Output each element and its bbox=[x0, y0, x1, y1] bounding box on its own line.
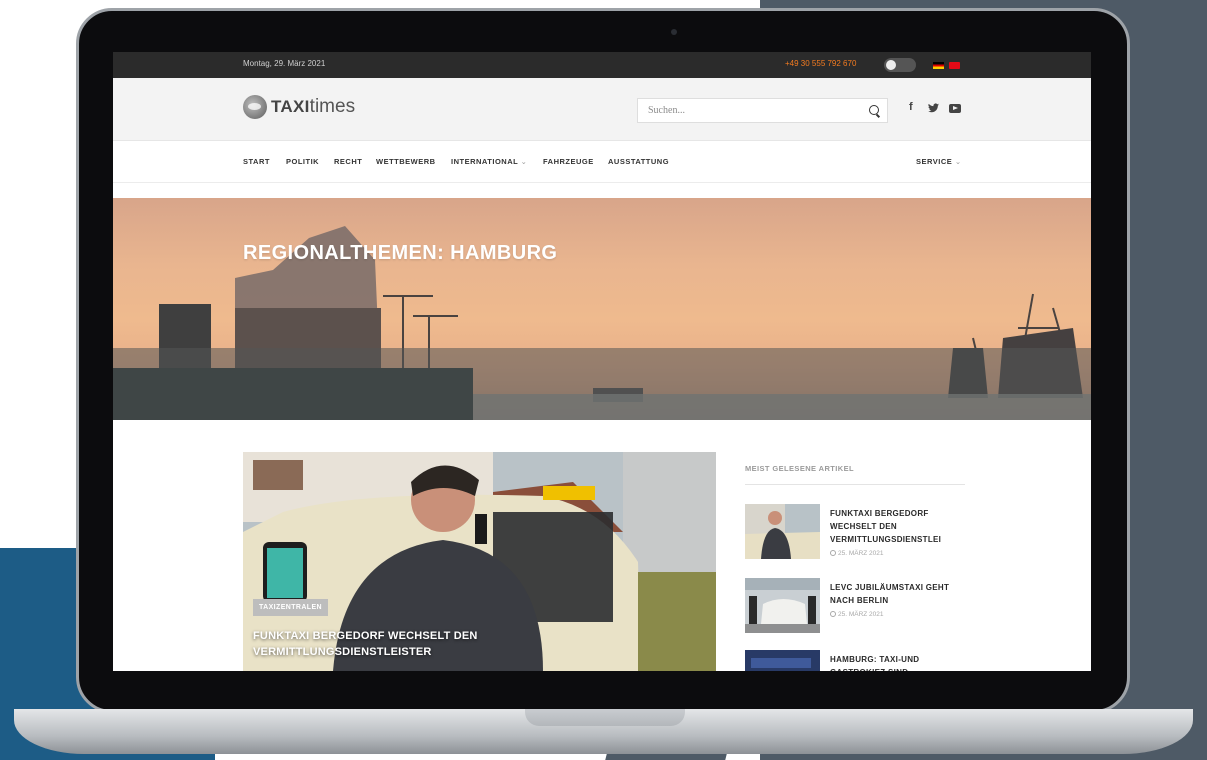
facebook-icon[interactable]: f bbox=[909, 101, 913, 113]
chevron-down-icon: ⌄ bbox=[520, 157, 528, 166]
article-thumbnail bbox=[745, 650, 820, 671]
nav-recht[interactable]: RECHT bbox=[334, 157, 362, 166]
nav-international-label: INTERNATIONAL bbox=[451, 157, 519, 166]
laptop-screen: Montag, 29. März 2021 +49 30 555 792 670… bbox=[113, 52, 1091, 671]
logo-text-light: times bbox=[309, 96, 356, 117]
article-date-text: 25. MÄRZ 2021 bbox=[838, 550, 884, 557]
article-thumbnail bbox=[745, 504, 820, 559]
featured-article-title[interactable]: FUNKTAXI BERGEDORF WECHSELT DEN VERMITTL… bbox=[253, 628, 553, 660]
chevron-down-icon: ⌄ bbox=[954, 157, 962, 166]
twitter-icon[interactable] bbox=[928, 103, 939, 113]
list-item[interactable]: HAMBURG: TAXI-UND GASTROKIEZ SIND bbox=[745, 650, 965, 671]
main-navigation: START POLITIK RECHT WETTBEWERB INTERNATI… bbox=[113, 141, 1091, 183]
phone-number-link[interactable]: +49 30 555 792 670 bbox=[785, 59, 856, 68]
article-title[interactable]: FUNKTAXI BERGEDORF WECHSELT DEN VERMITTL… bbox=[830, 507, 965, 546]
featured-article-card[interactable]: TAXIZENTRALEN FUNKTAXI BERGEDORF WECHSEL… bbox=[243, 452, 716, 671]
toggle-knob bbox=[886, 60, 896, 70]
nav-international[interactable]: INTERNATIONAL ⌄ bbox=[451, 157, 527, 166]
most-read-sidebar: MEIST GELESENE ARTIKEL FUNKTAXI BERGEDOR… bbox=[745, 452, 965, 671]
article-date-text: 25. MÄRZ 2021 bbox=[838, 611, 884, 618]
nav-service-label: SERVICE bbox=[916, 157, 953, 166]
nav-politik[interactable]: POLITIK bbox=[286, 157, 319, 166]
article-title[interactable]: HAMBURG: TAXI-UND GASTROKIEZ SIND bbox=[830, 653, 965, 671]
category-badge[interactable]: TAXIZENTRALEN bbox=[253, 599, 329, 616]
search-box bbox=[637, 98, 888, 123]
logo-text-bold: TAXI bbox=[271, 97, 310, 116]
clock-icon bbox=[830, 550, 836, 556]
laptop-notch bbox=[525, 709, 685, 726]
hero-banner: REGIONALTHEMEN: HAMBURG bbox=[113, 198, 1091, 420]
list-item[interactable]: LEVC JUBILÄUMSTAXI GEHT NACH BERLIN 25. … bbox=[745, 578, 965, 636]
list-item[interactable]: FUNKTAXI BERGEDORF WECHSELT DEN VERMITTL… bbox=[745, 504, 965, 562]
german-flag-icon[interactable] bbox=[933, 62, 944, 69]
camera-icon bbox=[671, 29, 677, 35]
search-input[interactable] bbox=[638, 99, 848, 122]
nav-ausstattung[interactable]: AUSSTATTUNG bbox=[608, 157, 669, 166]
youtube-icon[interactable] bbox=[949, 104, 961, 113]
article-date: 25. MÄRZ 2021 bbox=[830, 550, 884, 557]
nav-start[interactable]: START bbox=[243, 157, 270, 166]
clock-icon bbox=[830, 611, 836, 617]
article-date: 25. MÄRZ 2021 bbox=[830, 611, 884, 618]
page-title: REGIONALTHEMEN: HAMBURG bbox=[243, 242, 558, 264]
dark-mode-toggle[interactable] bbox=[884, 58, 916, 72]
top-bar: Montag, 29. März 2021 +49 30 555 792 670 bbox=[113, 52, 1091, 78]
turkish-flag-icon[interactable] bbox=[949, 62, 960, 69]
nav-service[interactable]: SERVICE ⌄ bbox=[916, 157, 962, 166]
globe-icon bbox=[243, 95, 267, 119]
current-date: Montag, 29. März 2021 bbox=[243, 59, 326, 68]
nav-fahrzeuge[interactable]: FAHRZEUGE bbox=[543, 157, 594, 166]
nav-wettbewerb[interactable]: WETTBEWERB bbox=[376, 157, 436, 166]
sidebar-heading: MEIST GELESENE ARTIKEL bbox=[745, 452, 965, 485]
article-thumbnail bbox=[745, 578, 820, 633]
site-header: TAXI times f bbox=[113, 78, 1091, 141]
search-icon[interactable] bbox=[869, 105, 879, 115]
article-title[interactable]: LEVC JUBILÄUMSTAXI GEHT NACH BERLIN bbox=[830, 581, 965, 607]
site-logo[interactable]: TAXI times bbox=[243, 95, 355, 119]
hamburg-skyline-image bbox=[113, 226, 1091, 420]
